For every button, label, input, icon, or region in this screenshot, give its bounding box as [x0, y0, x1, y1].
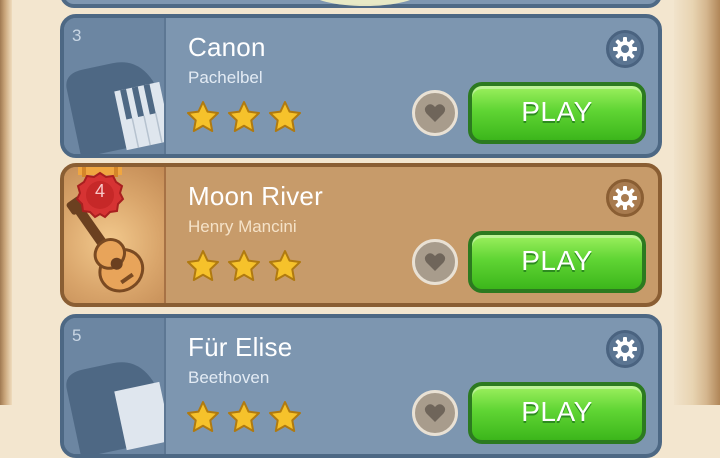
star-rating: [186, 400, 302, 434]
settings-gear-button[interactable]: [606, 30, 644, 68]
song-card-highlighted[interactable]: 4 Moon River Henry Mancini PLAY: [60, 163, 662, 307]
star-icon: [269, 401, 301, 432]
star-icon: [228, 250, 260, 281]
favorite-button[interactable]: [412, 390, 458, 436]
star-icon: [187, 401, 219, 432]
song-card[interactable]: 3 Canon Pachelbel PLAY: [60, 14, 662, 158]
heart-icon: [424, 253, 446, 271]
star-icon: [228, 101, 260, 132]
song-title: Moon River: [188, 181, 323, 211]
settings-gear-button[interactable]: [606, 330, 644, 368]
star-icon: [269, 101, 301, 132]
rank-number: 4: [94, 181, 105, 201]
song-thumbnail: 4: [64, 167, 166, 303]
song-thumbnail: 5: [64, 318, 166, 454]
star-icon: [187, 250, 219, 281]
heart-icon: [424, 104, 446, 122]
song-artist: Beethoven: [188, 368, 270, 387]
star-icon: [187, 101, 219, 132]
gear-icon: [613, 337, 637, 361]
star-rating: [186, 249, 302, 283]
song-title: Canon: [188, 32, 266, 62]
favorite-button[interactable]: [412, 90, 458, 136]
play-button[interactable]: PLAY: [468, 382, 646, 444]
gear-icon: [613, 37, 637, 61]
star-rating: [186, 100, 302, 134]
piano-icon: [66, 362, 164, 454]
song-artist: Henry Mancini: [188, 217, 297, 236]
favorite-button[interactable]: [412, 239, 458, 285]
song-title: Für Elise: [188, 332, 293, 362]
right-frame: [674, 0, 720, 405]
gear-icon: [613, 186, 637, 210]
piano-icon: [66, 62, 164, 154]
star-icon: [269, 250, 301, 281]
settings-gear-button[interactable]: [606, 179, 644, 217]
song-thumbnail: 3: [64, 18, 166, 154]
song-artist: Pachelbel: [188, 68, 263, 87]
play-button[interactable]: PLAY: [468, 231, 646, 293]
left-frame: [0, 0, 12, 405]
star-icon: [228, 401, 260, 432]
heart-icon: [424, 404, 446, 422]
song-card[interactable]: 5 Für Elise Beethoven PLAY: [60, 314, 662, 458]
play-button[interactable]: PLAY: [468, 82, 646, 144]
